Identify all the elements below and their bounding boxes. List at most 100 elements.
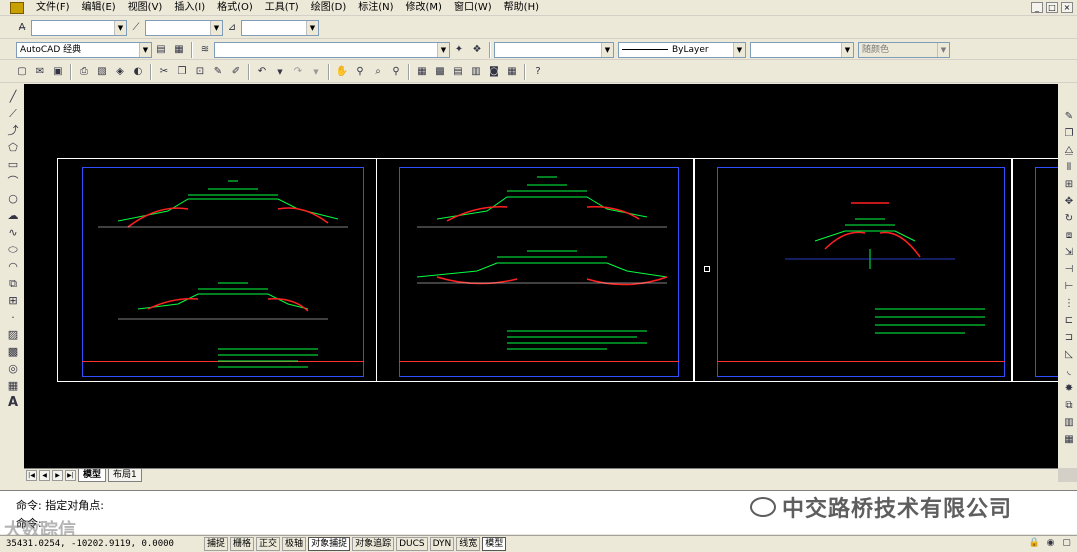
break-icon[interactable]: ⊏	[1061, 313, 1077, 328]
command-input[interactable]	[56, 515, 656, 529]
zoom-previous-icon[interactable]: ⚲	[388, 64, 404, 80]
save-icon[interactable]: ▣	[50, 64, 66, 80]
menu-draw[interactable]: 绘图(D)	[305, 0, 353, 16]
rotate-icon[interactable]: ↻	[1061, 211, 1077, 226]
tool-palettes-icon[interactable]: ▤	[450, 64, 466, 80]
print-icon[interactable]: ⎙	[76, 64, 92, 80]
menu-view[interactable]: 视图(V)	[122, 0, 169, 16]
help-icon[interactable]: ?	[530, 64, 546, 80]
publish-icon[interactable]: ◈	[112, 64, 128, 80]
lineweight-dropdown[interactable]: ▼	[750, 41, 854, 58]
dimension-style-icon[interactable]: ⟋	[128, 20, 144, 36]
drawing-sheet[interactable]	[57, 158, 377, 382]
workspace-settings-icon[interactable]: ▤	[153, 42, 169, 58]
line-tool-icon[interactable]: ╱	[5, 89, 21, 104]
scale-icon[interactable]: ⧈	[1061, 228, 1077, 243]
menu-window[interactable]: 窗口(W)	[448, 0, 498, 16]
coordinate-readout[interactable]: 35431.0254, -10202.9119, 0.0000	[6, 537, 202, 551]
revision-cloud-icon[interactable]: ☁	[5, 208, 21, 223]
quickcalc-icon[interactable]: ▦	[504, 64, 520, 80]
communication-center-icon[interactable]: ◉	[1044, 537, 1057, 550]
move-icon[interactable]: ✥	[1061, 194, 1077, 209]
break-at-point-icon[interactable]: ⋮	[1061, 296, 1077, 311]
ortho-toggle[interactable]: 正交	[256, 537, 281, 551]
workspace-save-icon[interactable]: ▦	[171, 42, 187, 58]
stretch-icon[interactable]: ⇲	[1061, 245, 1077, 260]
construction-line-icon[interactable]: ⟋	[5, 106, 21, 121]
block-editor-icon[interactable]: ✐	[228, 64, 244, 80]
close-icon[interactable]: ×	[1061, 2, 1073, 13]
hatch-tool-icon[interactable]: ▨	[5, 327, 21, 342]
lock-icon[interactable]: 🔒	[1028, 537, 1041, 550]
properties-icon[interactable]: ▦	[414, 64, 430, 80]
last-tab-icon[interactable]: ▶|	[65, 470, 76, 481]
grid-toggle[interactable]: 栅格	[230, 537, 255, 551]
osnap-toggle[interactable]: 对象捕捉	[308, 537, 351, 551]
paste-icon[interactable]: ⊡	[192, 64, 208, 80]
copy-object-icon[interactable]: ❐	[1061, 126, 1077, 141]
previous-tab-icon[interactable]: ◀	[39, 470, 50, 481]
model-space-toggle[interactable]: 模型	[482, 537, 507, 551]
print-preview-icon[interactable]: ▧	[94, 64, 110, 80]
design-center-icon[interactable]: ▩	[432, 64, 448, 80]
layer-states-icon[interactable]: ▦	[1061, 432, 1077, 447]
spline-tool-icon[interactable]: ∿	[5, 225, 21, 240]
cut-icon[interactable]: ✂	[156, 64, 172, 80]
restore-icon[interactable]: □	[1046, 2, 1058, 13]
extend-icon[interactable]: ⊢	[1061, 279, 1077, 294]
array-icon[interactable]: ⊞	[1061, 177, 1077, 192]
arc-tool-icon[interactable]: ⌒	[5, 174, 21, 189]
gradient-tool-icon[interactable]: ▩	[5, 344, 21, 359]
layer-dropdown[interactable]: ▼	[214, 41, 450, 58]
menu-dimension[interactable]: 标注(N)	[352, 0, 399, 16]
multiline-text-icon[interactable]: A	[5, 395, 21, 410]
snap-toggle[interactable]: 捕捉	[204, 537, 229, 551]
zoom-window-icon[interactable]: ⌕	[370, 64, 386, 80]
make-block-icon[interactable]: ⊞	[5, 293, 21, 308]
dyn-toggle[interactable]: DYN	[429, 537, 455, 551]
undo-icon[interactable]: ↶	[254, 64, 270, 80]
menu-format[interactable]: 格式(O)	[211, 0, 259, 16]
otrack-toggle[interactable]: 对象追踪	[352, 537, 395, 551]
lineweight-toggle[interactable]: 线宽	[456, 537, 481, 551]
layer-previous-icon[interactable]: ❖	[469, 42, 485, 58]
menu-modify[interactable]: 修改(M)	[400, 0, 448, 16]
ellipse-tool-icon[interactable]: ⬭	[5, 242, 21, 257]
drawing-canvas[interactable]	[24, 84, 1058, 468]
workspace-dropdown[interactable]: AutoCAD 经典 ▼	[16, 41, 152, 58]
menu-insert[interactable]: 插入(I)	[168, 0, 211, 16]
color-control-dropdown[interactable]: ▼	[494, 41, 614, 58]
table-style-icon[interactable]: ⊿	[224, 20, 240, 36]
clean-screen-icon[interactable]: ▢	[1060, 537, 1073, 550]
mirror-icon[interactable]: ⧋	[1061, 143, 1077, 158]
insert-block-icon[interactable]: ⧉	[5, 276, 21, 291]
text-style-icon[interactable]: A̶	[14, 20, 30, 36]
undo-dropdown-icon[interactable]: ▼	[272, 64, 288, 80]
fillet-icon[interactable]: ◟	[1061, 364, 1077, 379]
open-file-icon[interactable]: ✉	[32, 64, 48, 80]
copy-icon[interactable]: ❐	[174, 64, 190, 80]
explode-icon[interactable]: ✸	[1061, 381, 1077, 396]
3d-dwf-icon[interactable]: ◐	[130, 64, 146, 80]
menu-file[interactable]: 文件(F)	[30, 0, 76, 16]
drawing-sheet[interactable]	[376, 158, 694, 382]
dimension-style-dropdown[interactable]: ▼	[145, 19, 223, 36]
erase-icon[interactable]: ✎	[1061, 109, 1077, 124]
menu-tools[interactable]: 工具(T)	[259, 0, 305, 16]
text-style-dropdown[interactable]: ▼	[31, 19, 127, 36]
next-tab-icon[interactable]: ▶	[52, 470, 63, 481]
make-current-layer-icon[interactable]: ✦	[451, 42, 467, 58]
properties-palette-icon[interactable]: ▥	[1061, 415, 1077, 430]
table-style-dropdown[interactable]: ▼	[241, 19, 319, 36]
table-tool-icon[interactable]: ▦	[5, 378, 21, 393]
ellipse-arc-icon[interactable]: ◠	[5, 259, 21, 274]
chamfer-icon[interactable]: ◺	[1061, 347, 1077, 362]
horizontal-scrollbar[interactable]	[1058, 468, 1077, 482]
draw-order-icon[interactable]: ⧉	[1061, 398, 1077, 413]
menu-help[interactable]: 帮助(H)	[498, 0, 545, 16]
match-properties-icon[interactable]: ✎	[210, 64, 226, 80]
minimize-icon[interactable]: _	[1031, 2, 1043, 13]
layer-manager-icon[interactable]: ≋	[197, 42, 213, 58]
offset-icon[interactable]: ⫴	[1061, 160, 1077, 175]
markup-set-manager-icon[interactable]: ◙	[486, 64, 502, 80]
